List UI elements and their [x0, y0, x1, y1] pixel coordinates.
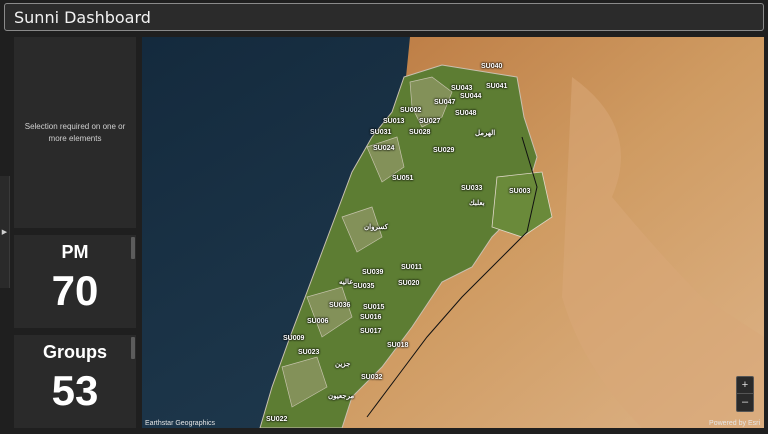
selection-required-message: Selection required on one or more elemen… — [24, 121, 126, 143]
dashboard-app: Sunni Dashboard ▶ Selection required on … — [0, 0, 768, 434]
map-label[interactable]: SU002 — [400, 107, 421, 114]
map-label[interactable]: SU047 — [434, 99, 455, 106]
map-label[interactable]: SU043 — [451, 85, 472, 92]
zoom-out-button[interactable]: – — [737, 394, 753, 411]
map-label[interactable]: SU016 — [360, 314, 381, 321]
map-label[interactable]: SU024 — [373, 145, 394, 152]
map-basemap — [142, 37, 764, 428]
map-label[interactable]: SU035 — [353, 283, 374, 290]
map-label[interactable]: SU022 — [266, 416, 287, 423]
map-label[interactable]: SU039 — [362, 269, 383, 276]
map-label[interactable]: SU017 — [360, 328, 381, 335]
app-header: Sunni Dashboard — [4, 3, 764, 31]
zoom-in-button[interactable]: + — [737, 377, 753, 394]
indicator-value: 70 — [51, 267, 99, 314]
map-label[interactable]: SU036 — [329, 302, 350, 309]
map-label[interactable]: كسروان — [364, 223, 388, 231]
map-label[interactable]: SU031 — [370, 129, 391, 136]
map-label[interactable]: SU044 — [460, 93, 481, 100]
esri-attribution[interactable]: Powered by Esri — [709, 420, 760, 427]
map-label[interactable]: عاليه — [339, 278, 353, 286]
map-label[interactable]: SU048 — [455, 110, 476, 117]
map-label[interactable]: SU011 — [401, 264, 422, 271]
map-label[interactable]: SU018 — [387, 342, 408, 349]
map-label[interactable]: SU041 — [486, 83, 507, 90]
dashboard-title: Sunni Dashboard — [14, 7, 151, 27]
selection-panel: Selection required on one or more elemen… — [14, 37, 136, 228]
map-label[interactable]: SU013 — [383, 118, 404, 125]
map-label[interactable]: مرجعيون — [328, 392, 354, 400]
map-label[interactable]: الهرمل — [475, 129, 495, 137]
map-label[interactable]: SU009 — [283, 335, 304, 342]
map-view[interactable]: SU040 SU041 SU043 SU044 SU047 SU048 SU00… — [142, 37, 764, 428]
map-label[interactable]: SU028 — [409, 129, 430, 136]
map-label[interactable]: SU027 — [419, 118, 440, 125]
indicator-groups: Groups 53 — [14, 335, 136, 428]
map-label[interactable]: SU003 — [509, 188, 530, 195]
panel-scrollbar[interactable] — [131, 237, 135, 259]
chevron-right-icon: ▶ — [1, 229, 8, 236]
zoom-control: + – — [736, 376, 754, 412]
indicator-label: PM — [61, 242, 89, 262]
map-label[interactable]: SU020 — [398, 280, 419, 287]
map-label[interactable]: SU033 — [461, 185, 482, 192]
map-attribution: Earthstar Geographics — [145, 420, 216, 427]
map-label[interactable]: SU023 — [298, 349, 319, 356]
map-label[interactable]: SU032 — [361, 374, 382, 381]
map-label[interactable]: SU015 — [363, 304, 384, 311]
map-label[interactable]: SU006 — [307, 318, 328, 325]
indicator-value: 53 — [51, 367, 99, 414]
map-label[interactable]: SU040 — [481, 63, 502, 70]
indicator-label: Groups — [42, 342, 107, 362]
sidebar-toggle-button[interactable]: ▶ — [0, 176, 10, 288]
map-label[interactable]: جزين — [335, 360, 350, 368]
indicator-pm: PM 70 — [14, 235, 136, 328]
map-label[interactable]: بعلبك — [469, 199, 485, 207]
panel-scrollbar[interactable] — [131, 337, 135, 359]
map-label[interactable]: SU051 — [392, 175, 413, 182]
map-label[interactable]: SU029 — [433, 147, 454, 154]
